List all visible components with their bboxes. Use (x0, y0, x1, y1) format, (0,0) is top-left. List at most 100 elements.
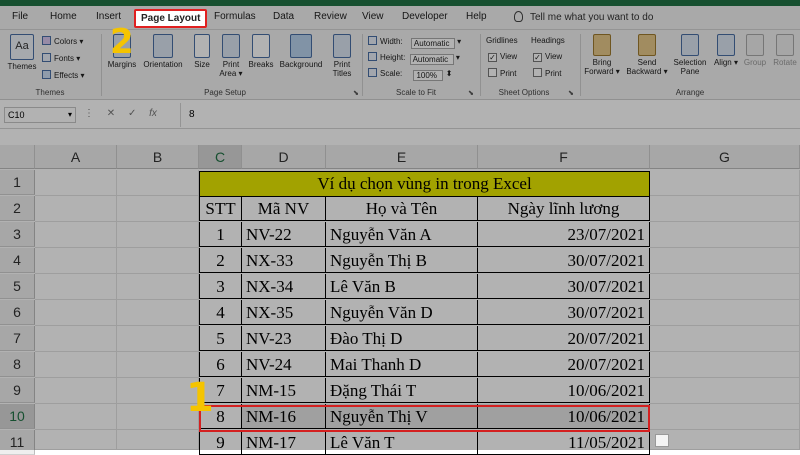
headings-view-checkbox[interactable]: ✓ View (533, 52, 562, 62)
tab-data[interactable]: Data (273, 11, 294, 22)
row-header[interactable]: 11 (0, 430, 35, 455)
cell-pay-date[interactable]: 30/07/2021 (478, 274, 650, 299)
height-select[interactable]: Automatic (409, 54, 454, 65)
row-header[interactable]: 5 (0, 274, 35, 299)
cancel-icon[interactable]: ✕ (107, 108, 115, 119)
themes-button[interactable]: Aa Themes (6, 34, 38, 71)
cell-stt[interactable]: 9 (199, 430, 242, 455)
header-pay-date[interactable]: Ngày lĩnh lương (478, 196, 650, 221)
quick-analysis-icon[interactable] (655, 434, 669, 447)
cell-employee-id[interactable]: NV-22 (242, 222, 326, 247)
cell-full-name[interactable]: Nguyễn Thị B (326, 248, 478, 273)
column-header[interactable]: F (478, 145, 650, 169)
tab-review[interactable]: Review (314, 11, 347, 22)
cell-employee-id[interactable]: NV-24 (242, 352, 326, 377)
align-button[interactable]: Align ▾ (712, 34, 740, 67)
header-full-name[interactable]: Họ và Tên (326, 196, 478, 221)
cell-full-name[interactable]: Lê Văn B (326, 274, 478, 299)
send-backward-button[interactable]: Send Backward ▾ (624, 34, 670, 76)
row-header[interactable]: 3 (0, 222, 35, 247)
formula-input[interactable]: 8 (180, 103, 798, 127)
print-titles-button[interactable]: Print Titles (328, 34, 356, 78)
column-header[interactable]: C (199, 145, 242, 169)
tab-help[interactable]: Help (466, 11, 487, 22)
cell-stt[interactable]: 6 (199, 352, 242, 377)
tab-view[interactable]: View (362, 11, 384, 22)
tab-insert[interactable]: Insert (96, 11, 121, 22)
row-header[interactable]: 8 (0, 352, 35, 377)
cell-full-name[interactable]: Lê Văn T (326, 430, 478, 455)
empty-cells[interactable] (650, 170, 800, 450)
cell-full-name[interactable]: Nguyễn Thị V (326, 404, 478, 429)
row-header[interactable]: 9 (0, 378, 35, 403)
insert-function-icon[interactable]: fx (149, 108, 157, 119)
print-area-button[interactable]: Print Area ▾ (216, 34, 246, 78)
tab-formulas[interactable]: Formulas (214, 11, 256, 22)
empty-cells[interactable] (35, 170, 117, 450)
cell-employee-id[interactable]: NX-33 (242, 248, 326, 273)
column-header[interactable]: E (326, 145, 478, 169)
cell-full-name[interactable]: Nguyễn Văn D (326, 300, 478, 325)
gridlines-print-checkbox[interactable]: Print (488, 68, 516, 79)
cell-stt[interactable]: 4 (199, 300, 242, 325)
row-header[interactable]: 10 (0, 404, 35, 429)
table-title[interactable]: Ví dụ chọn vùng in trong Excel (199, 171, 650, 197)
cell-pay-date[interactable]: 23/07/2021 (478, 222, 650, 247)
cell-stt[interactable]: 2 (199, 248, 242, 273)
gridlines-view-checkbox[interactable]: ✓ View (488, 52, 517, 62)
tab-developer[interactable]: Developer (402, 11, 448, 22)
width-select[interactable]: Automatic (410, 38, 455, 49)
cell-employee-id[interactable]: NV-23 (242, 326, 326, 351)
bring-forward-button[interactable]: Bring Forward ▾ (582, 34, 622, 76)
cell-full-name[interactable]: Đào Thị D (326, 326, 478, 351)
row-header[interactable]: 1 (0, 170, 35, 195)
column-header[interactable]: D (242, 145, 326, 169)
cell-pay-date[interactable]: 10/06/2021 (478, 404, 650, 429)
headings-print-checkbox[interactable]: Print (533, 68, 561, 79)
breaks-button[interactable]: Breaks (246, 34, 276, 69)
cell-pay-date[interactable]: 10/06/2021 (478, 378, 650, 403)
selection-pane-button[interactable]: Selection Pane (670, 34, 710, 76)
cell-full-name[interactable]: Đặng Thái T (326, 378, 478, 403)
cell-pay-date[interactable]: 30/07/2021 (478, 300, 650, 325)
colors-button[interactable]: Colors ▾ (42, 36, 83, 47)
header-stt[interactable]: STT (199, 196, 242, 221)
scale-field[interactable]: Scale: 100% ⬍ (368, 68, 452, 81)
tab-home[interactable]: Home (50, 11, 77, 22)
cell-employee-id[interactable]: NM-15 (242, 378, 326, 403)
page-setup-launcher-icon[interactable]: ⬊ (353, 89, 359, 97)
cell-full-name[interactable]: Mai Thanh D (326, 352, 478, 377)
scale-launcher-icon[interactable]: ⬊ (468, 89, 474, 97)
effects-button[interactable]: Effects ▾ (42, 70, 85, 81)
rotate-button[interactable]: Rotate (770, 34, 800, 67)
group-objects-button[interactable]: Group (740, 34, 770, 67)
cell-employee-id[interactable]: NM-17 (242, 430, 326, 455)
cell-pay-date[interactable]: 20/07/2021 (478, 352, 650, 377)
row-header[interactable]: 6 (0, 300, 35, 325)
cell-stt[interactable]: 5 (199, 326, 242, 351)
row-header[interactable]: 7 (0, 326, 35, 351)
size-button[interactable]: Size (188, 34, 216, 69)
width-field[interactable]: Width: Automatic ▾ (368, 36, 461, 49)
cell-pay-date[interactable]: 11/05/2021 (478, 430, 650, 455)
background-button[interactable]: Background (276, 34, 326, 69)
tab-page-layout[interactable]: Page Layout (134, 9, 208, 28)
cell-employee-id[interactable]: NX-34 (242, 274, 326, 299)
header-employee-id[interactable]: Mã NV (242, 196, 326, 221)
height-field[interactable]: Height: Automatic ▾ (368, 52, 460, 65)
cell-pay-date[interactable]: 30/07/2021 (478, 248, 650, 273)
enter-icon[interactable]: ✓ (128, 108, 136, 119)
cell-stt[interactable]: 3 (199, 274, 242, 299)
column-header[interactable]: A (35, 145, 117, 169)
row-header[interactable]: 4 (0, 248, 35, 273)
tell-me-search[interactable]: Tell me what you want to do (514, 11, 653, 23)
cell-full-name[interactable]: Nguyễn Văn A (326, 222, 478, 247)
tab-file[interactable]: File (12, 11, 28, 22)
cell-employee-id[interactable]: NX-35 (242, 300, 326, 325)
cell-employee-id[interactable]: NM-16 (242, 404, 326, 429)
column-header[interactable]: G (650, 145, 800, 169)
sheet-options-launcher-icon[interactable]: ⬊ (568, 89, 574, 97)
select-all-corner[interactable] (0, 145, 35, 169)
scale-spinner[interactable]: 100% (413, 70, 444, 81)
name-box[interactable]: C10 ▾ (4, 107, 76, 123)
